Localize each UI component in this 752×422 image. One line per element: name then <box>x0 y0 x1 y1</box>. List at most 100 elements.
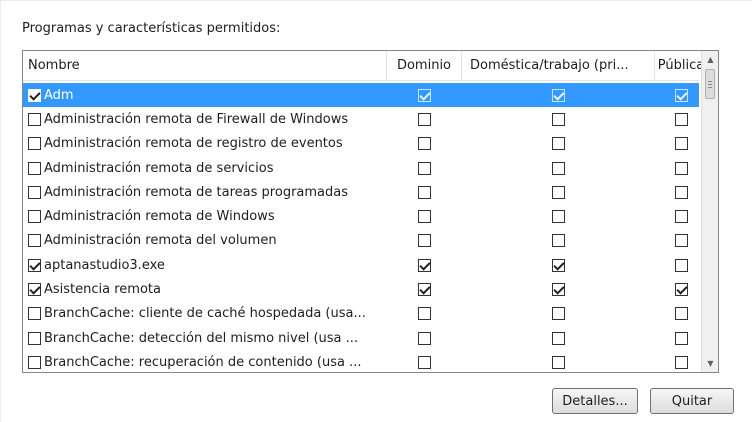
domain-cell <box>387 204 462 228</box>
table-row[interactable]: aptanastudio3.exe <box>23 253 699 277</box>
home-work-checkbox[interactable] <box>552 137 565 151</box>
public-checkbox[interactable] <box>674 234 688 248</box>
program-name: BranchCache: recuperación de contenido (… <box>44 354 362 370</box>
column-header-public[interactable]: Pública <box>655 51 707 81</box>
domain-cell <box>387 156 462 180</box>
home-work-checkbox[interactable] <box>552 258 565 272</box>
home-cell <box>462 204 655 228</box>
domain-checkbox[interactable] <box>418 112 431 126</box>
allowed-programs-list[interactable]: Nombre Dominio Doméstica/trabajo (pri...… <box>22 50 719 373</box>
enable-checkbox[interactable] <box>28 234 41 248</box>
table-row[interactable]: BranchCache: detección del mismo nivel (… <box>23 326 699 350</box>
domain-checkbox[interactable] <box>418 88 431 102</box>
public-cell <box>655 180 707 204</box>
table-row[interactable]: Administración remota de servicios <box>23 156 699 180</box>
domain-checkbox[interactable] <box>418 258 431 272</box>
home-work-checkbox[interactable] <box>552 331 565 345</box>
domain-checkbox[interactable] <box>418 137 431 151</box>
thumb-grip-line <box>708 81 712 82</box>
public-checkbox[interactable] <box>674 307 688 321</box>
allowed-programs-label: Programas y características permitidos: <box>22 21 281 36</box>
vertical-scrollbar[interactable]: ▲ ▼ <box>701 51 718 372</box>
public-checkbox[interactable] <box>674 161 688 175</box>
public-checkbox[interactable] <box>674 355 688 369</box>
domain-checkbox[interactable] <box>418 161 431 175</box>
home-work-checkbox[interactable] <box>552 88 565 102</box>
table-row[interactable]: Adm <box>23 83 699 108</box>
public-cell <box>655 204 707 228</box>
domain-checkbox[interactable] <box>418 331 431 345</box>
home-work-checkbox[interactable] <box>552 234 565 248</box>
enable-checkbox[interactable] <box>28 355 41 369</box>
public-cell <box>655 132 707 156</box>
public-checkbox[interactable] <box>674 112 688 126</box>
home-work-checkbox[interactable] <box>552 355 565 369</box>
enable-checkbox[interactable] <box>28 331 41 345</box>
domain-checkbox[interactable] <box>418 283 431 297</box>
home-work-checkbox[interactable] <box>552 185 565 199</box>
table-row[interactable]: BranchCache: cliente de caché hospedada … <box>23 302 699 326</box>
column-header-name[interactable]: Nombre <box>23 51 387 81</box>
name-cell: Administración remota de Windows <box>28 204 384 228</box>
home-cell <box>462 180 655 204</box>
scroll-down-arrow-icon[interactable]: ▼ <box>702 355 718 372</box>
scroll-thumb[interactable] <box>705 69 715 99</box>
enable-checkbox[interactable] <box>28 185 41 199</box>
table-row[interactable]: Administración remota del volumen <box>23 229 699 253</box>
domain-cell <box>387 326 462 350</box>
domain-checkbox[interactable] <box>418 355 431 369</box>
domain-checkbox[interactable] <box>418 185 431 199</box>
enable-checkbox[interactable] <box>28 137 41 151</box>
home-work-checkbox[interactable] <box>552 161 565 175</box>
table-row[interactable]: Asistencia remota <box>23 277 699 301</box>
table-row[interactable]: Administración remota de tareas programa… <box>23 180 699 204</box>
name-cell: Administración remota del volumen <box>28 229 384 253</box>
home-cell <box>462 302 655 326</box>
enable-checkbox[interactable] <box>28 112 41 126</box>
name-cell: Administración remota de Firewall de Win… <box>28 107 384 131</box>
scroll-up-arrow-icon[interactable]: ▲ <box>702 51 718 68</box>
program-name: Administración remota de registro de eve… <box>44 136 343 152</box>
column-header-domain[interactable]: Dominio <box>387 51 462 81</box>
public-checkbox[interactable] <box>674 210 688 224</box>
enable-checkbox[interactable] <box>28 161 41 175</box>
table-row[interactable]: Administración remota de registro de eve… <box>23 132 699 156</box>
table-row[interactable]: Administración remota de Windows <box>23 204 699 228</box>
table-row[interactable]: Administración remota de Firewall de Win… <box>23 107 699 131</box>
domain-cell <box>387 107 462 131</box>
program-name: Administración remota del volumen <box>44 233 277 249</box>
enable-checkbox[interactable] <box>28 283 41 297</box>
public-checkbox[interactable] <box>674 185 688 199</box>
program-name: aptanastudio3.exe <box>44 257 165 273</box>
public-cell <box>655 107 707 131</box>
details-button[interactable]: Detalles... <box>552 388 638 414</box>
public-checkbox[interactable] <box>674 137 688 151</box>
list-rows: Adm Administración remota de Firewall de … <box>23 83 699 372</box>
public-checkbox[interactable] <box>674 258 688 272</box>
domain-checkbox[interactable] <box>418 210 431 224</box>
public-cell <box>655 229 707 253</box>
domain-cell <box>387 180 462 204</box>
column-header-home-work[interactable]: Doméstica/trabajo (pri... <box>462 51 655 81</box>
enable-checkbox[interactable] <box>28 210 41 224</box>
home-work-checkbox[interactable] <box>552 307 565 321</box>
remove-button[interactable]: Quitar <box>650 388 734 414</box>
public-checkbox[interactable] <box>674 283 688 297</box>
home-work-checkbox[interactable] <box>552 210 565 224</box>
public-checkbox[interactable] <box>674 88 688 102</box>
enable-checkbox[interactable] <box>28 258 41 272</box>
public-checkbox[interactable] <box>674 331 688 345</box>
home-work-checkbox[interactable] <box>552 283 565 297</box>
table-row[interactable]: BranchCache: recuperación de contenido (… <box>23 350 699 372</box>
home-work-checkbox[interactable] <box>552 112 565 126</box>
public-cell <box>655 253 707 277</box>
enable-checkbox[interactable] <box>28 307 41 321</box>
home-cell <box>462 107 655 131</box>
program-name: Adm <box>44 87 74 103</box>
domain-cell <box>387 83 462 107</box>
domain-checkbox[interactable] <box>418 234 431 248</box>
thumb-grip-line <box>708 84 712 85</box>
enable-checkbox[interactable] <box>28 88 41 102</box>
domain-checkbox[interactable] <box>418 307 431 321</box>
program-name: Administración remota de Windows <box>44 209 275 225</box>
